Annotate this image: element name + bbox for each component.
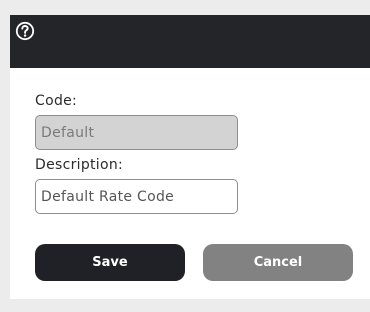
cancel-button[interactable]: Cancel <box>203 244 353 281</box>
question-circle-icon[interactable] <box>15 21 35 41</box>
rate-code-dialog: Code: Description: Save Cancel <box>10 15 370 299</box>
save-button[interactable]: Save <box>35 244 185 281</box>
code-label: Code: <box>35 93 78 109</box>
description-input[interactable] <box>35 179 238 214</box>
code-input[interactable] <box>35 115 238 150</box>
dialog-header <box>10 15 370 68</box>
description-label: Description: <box>35 157 124 173</box>
